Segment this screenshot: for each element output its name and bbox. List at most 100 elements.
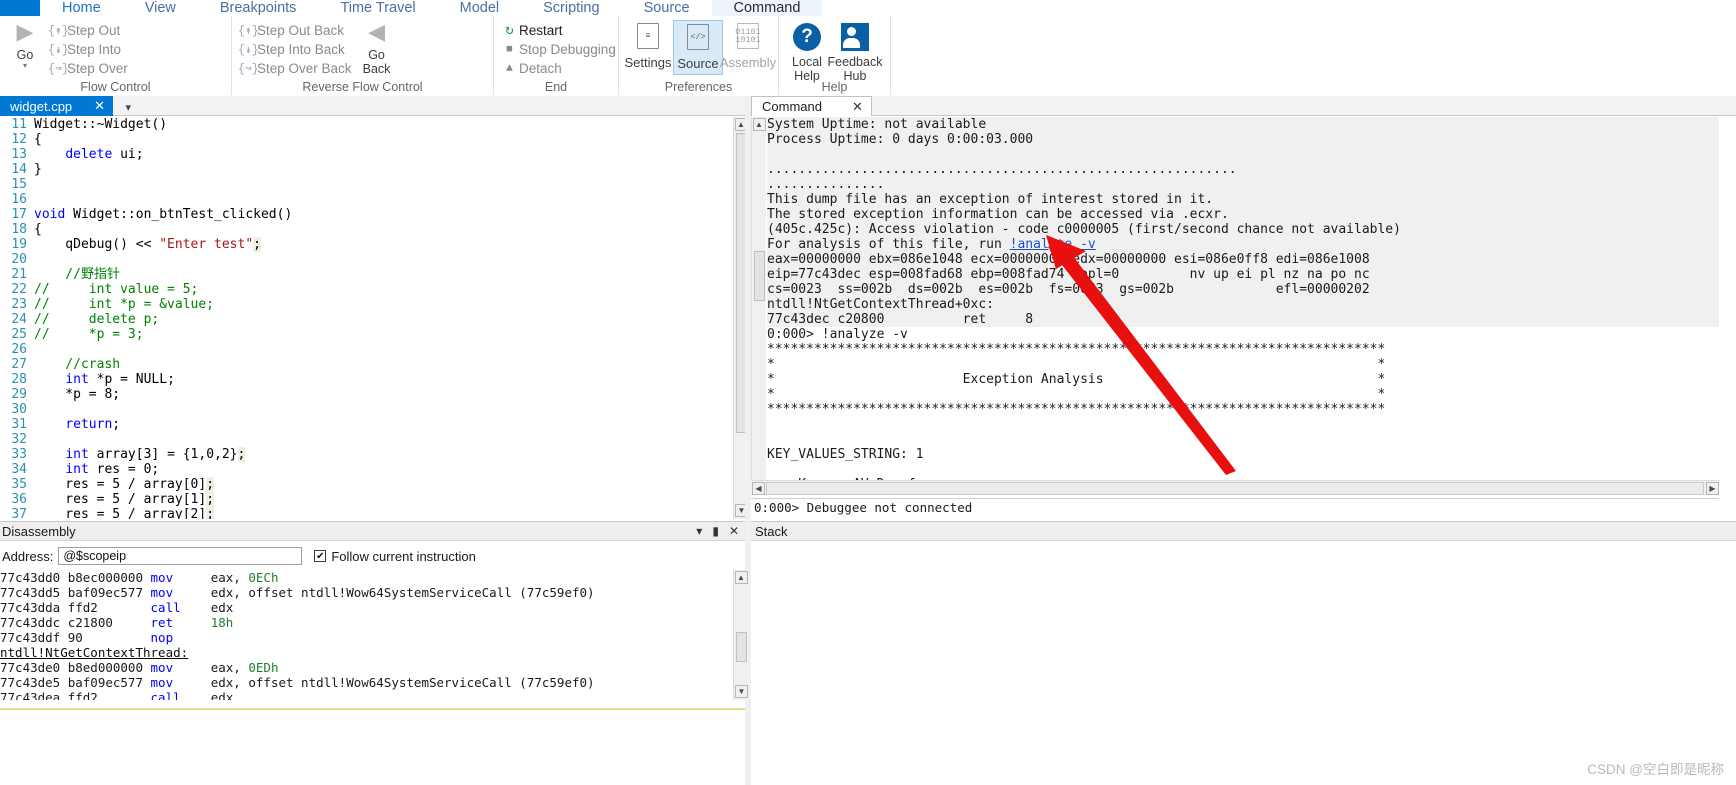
detach-button[interactable]: ▲ Detach bbox=[500, 59, 616, 78]
code-text: return; bbox=[65, 417, 121, 432]
ribbon-tab-scripting[interactable]: Scripting bbox=[521, 0, 621, 16]
code-line: 22 // int value = 5; bbox=[0, 282, 733, 297]
line-number: 24 bbox=[11, 312, 27, 327]
assembly-label: Assembly bbox=[719, 55, 777, 70]
line-number: 34 bbox=[11, 462, 27, 477]
command-output-line: ............... bbox=[767, 177, 1719, 192]
line-number: 18 bbox=[11, 222, 27, 237]
editor-tab-overflow-icon[interactable]: ▾ bbox=[118, 102, 140, 114]
code-line: 35 res = 5 / array[0]; bbox=[0, 477, 733, 492]
restart-button[interactable]: ↻ Restart bbox=[500, 21, 616, 40]
stop-debugging-button[interactable]: ■ Stop Debugging bbox=[500, 40, 616, 59]
command-hscroll-track[interactable] bbox=[766, 481, 1704, 495]
disassembly-listing[interactable]: 77c43dd0 b8ec000000 mov eax, 0ECh 77c43dd… bbox=[0, 570, 733, 700]
step-over-back-button[interactable]: {↝} Step Over Back bbox=[238, 59, 352, 78]
app-menu-button[interactable] bbox=[0, 0, 40, 16]
command-vertical-scrollbar[interactable]: ▲ bbox=[751, 117, 766, 493]
step-out-button[interactable]: {↟} Step Out bbox=[48, 21, 128, 40]
step-out-back-button[interactable]: {↟} Step Out Back bbox=[238, 21, 352, 40]
line-number: 21 bbox=[11, 267, 27, 282]
command-output-line: ........................................… bbox=[767, 162, 1719, 177]
code-line: 26 bbox=[0, 342, 733, 357]
ribbon-tab-command[interactable]: Command bbox=[711, 0, 823, 16]
assembly-icon: 01101 10101 bbox=[735, 23, 761, 49]
assembly-toggle-button[interactable]: 01101 10101 Assembly bbox=[719, 20, 777, 73]
line-number: 32 bbox=[11, 432, 27, 447]
command-output-line: KEY_VALUES_STRING: 1 bbox=[767, 447, 924, 462]
scroll-left-icon[interactable]: ◀ bbox=[752, 481, 765, 495]
step-out-icon: {↟} bbox=[48, 25, 69, 38]
mnemonic: nop bbox=[150, 630, 189, 645]
line-number: 13 bbox=[11, 147, 27, 162]
step-into-icon: {↡} bbox=[48, 44, 69, 57]
operand-immediate: 18h bbox=[210, 615, 234, 630]
step-over-button[interactable]: {↝} Step Over bbox=[48, 59, 128, 78]
command-horizontal-scrollbar[interactable]: ◀ ▶ bbox=[751, 480, 1719, 495]
code-text: // *p = 3; bbox=[34, 327, 144, 342]
line-number: 29 bbox=[11, 387, 27, 402]
close-icon[interactable]: ✕ bbox=[729, 524, 739, 538]
code-line: 21 //野指针 bbox=[0, 267, 733, 282]
command-scroll-thumb[interactable] bbox=[753, 251, 765, 301]
detach-icon: ▲ bbox=[506, 62, 513, 75]
close-icon[interactable]: ✕ bbox=[94, 98, 105, 114]
group-title-end: End bbox=[544, 80, 568, 94]
reverse-flow-commands: {↟} Step Out Back {↡} Step Into Back {↝}… bbox=[236, 18, 354, 78]
stack-panel-body[interactable] bbox=[751, 542, 1736, 785]
follow-current-instruction-checkbox[interactable]: ✔ Follow current instruction bbox=[314, 549, 476, 564]
scroll-up-icon[interactable]: ▲ bbox=[752, 118, 766, 131]
feedback-hub-button[interactable]: Feedback Hub bbox=[828, 20, 882, 86]
go-button[interactable]: ▶ Go ▾ bbox=[4, 18, 46, 70]
command-output-line: This dump file has an exception of inter… bbox=[767, 192, 1719, 207]
scroll-up-icon[interactable]: ▲ bbox=[734, 571, 748, 584]
step-out-back-label: Step Out Back bbox=[257, 23, 345, 38]
stop-debugging-label: Stop Debugging bbox=[519, 42, 616, 57]
ribbon-tab-home[interactable]: Home bbox=[40, 0, 123, 16]
scroll-down-icon[interactable]: ▼ bbox=[735, 685, 748, 698]
command-output-line: ****************************************… bbox=[767, 342, 1386, 357]
go-button-label: Go bbox=[16, 48, 34, 62]
ribbon-tab-breakpoints[interactable]: Breakpoints bbox=[198, 0, 319, 16]
code-text: res = 5 / array[0]; bbox=[34, 477, 215, 492]
address-input[interactable] bbox=[58, 547, 303, 565]
close-icon[interactable]: ✕ bbox=[852, 99, 863, 115]
tab-widget-cpp[interactable]: widget.cpp ✕ bbox=[0, 96, 114, 116]
step-into-back-icon: {↡} bbox=[238, 44, 259, 57]
scroll-right-icon[interactable]: ▶ bbox=[1706, 481, 1719, 495]
go-back-button[interactable]: ◀ Go Back bbox=[354, 18, 400, 77]
code-line: 16 bbox=[0, 192, 733, 207]
disassembly-row: 77c43de5 baf09ec577 mov edx, offset ntdl… bbox=[0, 675, 595, 690]
ribbon-tab-source[interactable]: Source bbox=[622, 0, 712, 16]
command-output-log[interactable]: System Uptime: not available Process Upti… bbox=[767, 117, 1719, 493]
ribbon-tab-view[interactable]: View bbox=[123, 0, 198, 16]
disassembly-row: 77c43ddc c21800 ret 18h bbox=[0, 615, 234, 630]
code-line: 17 void Widget::on_btnTest_clicked() bbox=[0, 207, 733, 222]
pin-icon[interactable]: ▮ bbox=[712, 524, 719, 538]
command-output-line: 77c43dec c20800 ret 8 bbox=[767, 312, 1719, 327]
play-back-icon: ◀ bbox=[368, 19, 385, 44]
command-output-line bbox=[767, 417, 1719, 432]
step-into-button[interactable]: {↡} Step Into bbox=[48, 40, 128, 59]
code-line: 37 res = 5 / array[2]; bbox=[0, 507, 733, 519]
chevron-down-icon[interactable]: ▾ bbox=[23, 62, 27, 70]
disassembly-symbol-label: ntdll!NtGetContextThread: bbox=[0, 645, 733, 660]
analyze-command-link[interactable]: !analyze -v bbox=[1010, 237, 1096, 252]
ribbon-group-help: ? Local Help Feedback Hub Help bbox=[779, 16, 891, 95]
disassembly-vertical-scrollbar[interactable]: ▲ ▼ bbox=[733, 570, 748, 700]
detach-label: Detach bbox=[519, 61, 562, 76]
command-tab-strip: Command ✕ bbox=[751, 96, 1736, 116]
local-help-button[interactable]: ? Local Help bbox=[783, 20, 831, 86]
source-code-editor[interactable]: 11 Widget::~Widget() 12{13 delete ui; 14} 15… bbox=[0, 117, 733, 519]
chevron-down-icon[interactable]: ▾ bbox=[696, 524, 702, 538]
settings-button[interactable]: ≡ Settings bbox=[623, 20, 673, 73]
step-into-back-button[interactable]: {↡} Step Into Back bbox=[238, 40, 352, 59]
code-text: *p = 8; bbox=[34, 387, 121, 402]
source-code-icon: </> bbox=[687, 24, 709, 50]
ribbon-tab-time-travel[interactable]: Time Travel bbox=[318, 0, 437, 16]
command-output-line: cs=0023 ss=002b ds=002b es=002b fs=0053 … bbox=[767, 282, 1719, 297]
tab-command[interactable]: Command ✕ bbox=[751, 96, 872, 116]
disassembly-scroll-thumb[interactable] bbox=[735, 632, 747, 662]
source-toggle-button[interactable]: </> Source bbox=[673, 20, 723, 75]
ribbon-tab-model[interactable]: Model bbox=[438, 0, 522, 16]
disassembly-panel-header: Disassembly ▾ ▮ ✕ bbox=[0, 521, 745, 541]
